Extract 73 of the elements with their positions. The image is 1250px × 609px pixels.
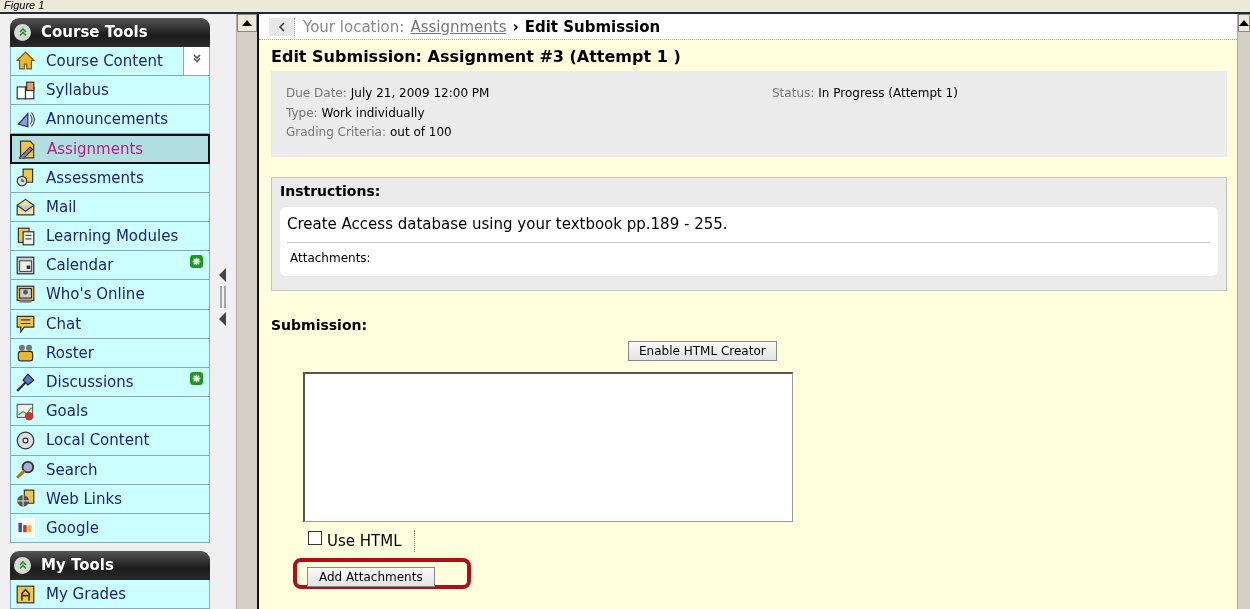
- sidebar-item[interactable]: Assessments: [10, 163, 210, 193]
- people-icon: [16, 343, 35, 363]
- field-label: Grading Criteria:: [286, 125, 386, 139]
- pencil-document-icon: [17, 139, 36, 159]
- breadcrumb-link[interactable]: Assignments: [410, 17, 507, 36]
- pushpin-icon: [16, 372, 35, 392]
- collapse-arrow-icon[interactable]: [219, 311, 227, 326]
- use-html-checkbox[interactable]: [308, 531, 322, 545]
- calendar-icon: [16, 255, 35, 275]
- book-icon: [16, 80, 35, 100]
- envelope-icon: [16, 197, 35, 217]
- section-heading: Instructions:: [280, 183, 382, 199]
- sidebar-item[interactable]: Learning Modules: [10, 222, 210, 252]
- sidebar-item[interactable]: Course Content: [10, 46, 210, 77]
- field-value: In Progress (Attempt 1): [818, 86, 958, 100]
- field-value: out of 100: [390, 125, 452, 139]
- speech-bubble-icon: [16, 314, 35, 334]
- new-badge-icon: [190, 371, 203, 385]
- sidebar-item[interactable]: Syllabus: [10, 76, 210, 106]
- sidebar-item[interactable]: Calendar: [10, 251, 210, 281]
- field-label: Status:: [772, 86, 815, 100]
- collapse-arrow-icon[interactable]: [219, 267, 227, 282]
- breadcrumb-current: Edit Submission: [524, 17, 661, 36]
- sidebar-item[interactable]: Chat: [10, 309, 210, 339]
- scrollbar[interactable]: [236, 14, 257, 609]
- grip-icon[interactable]: [220, 285, 226, 308]
- breadcrumb-label: Your location:: [303, 17, 405, 36]
- sidebar-item[interactable]: My Grades: [10, 579, 210, 609]
- sidebar-item[interactable]: Assignments: [10, 134, 210, 164]
- monitor-icon: [16, 284, 35, 304]
- checkbox-label: Use HTML: [327, 532, 402, 550]
- disc-icon: [16, 430, 35, 450]
- logo-icon: [16, 518, 35, 538]
- new-badge-icon: [190, 255, 203, 269]
- sidebar-item[interactable]: Roster: [10, 338, 210, 368]
- section-heading: Submission:: [271, 317, 369, 333]
- sidebar-item[interactable]: Search: [10, 455, 210, 485]
- field-label: Due Date:: [286, 86, 347, 100]
- chevron-left-icon[interactable]: [278, 21, 285, 32]
- megaphone-icon: [16, 109, 35, 129]
- chevron-down-icon[interactable]: [190, 51, 203, 64]
- submission-textarea[interactable]: [303, 372, 793, 522]
- sidebar-item[interactable]: Announcements: [10, 105, 210, 135]
- sidebar-item[interactable]: Local Content: [10, 426, 210, 456]
- sidebar-item[interactable]: Google: [10, 513, 210, 544]
- chart-apple-icon: [16, 401, 35, 421]
- grade-icon: [16, 584, 35, 604]
- sidebar-item[interactable]: Goals: [10, 397, 210, 427]
- page-title: Edit Submission: Assignment #3 (Attempt 1 ): [271, 47, 682, 66]
- sidebar-item[interactable]: Who's Online: [10, 280, 210, 310]
- sidebar-item[interactable]: Discussions: [10, 367, 210, 398]
- documents-icon: [16, 226, 35, 246]
- figure-caption: Figure 1: [4, 0, 45, 11]
- field-label: Type:: [286, 105, 318, 120]
- house-icon: [16, 51, 35, 71]
- add-attachments-button[interactable]: Add Attachments: [307, 567, 435, 587]
- search-icon: [16, 460, 35, 480]
- enable-html-button[interactable]: Enable HTML Creator: [628, 341, 777, 361]
- scroll-up-icon[interactable]: [237, 14, 257, 32]
- breadcrumb-separator: ›: [512, 17, 519, 36]
- attachments-label: Attachments:: [289, 250, 372, 267]
- scroll-up-icon[interactable]: [1238, 14, 1250, 32]
- menu-toggle[interactable]: [183, 46, 209, 76]
- clock-document-icon: [16, 168, 35, 188]
- section-header[interactable]: My Tools: [10, 551, 210, 580]
- globe-document-icon: [16, 489, 35, 509]
- sidebar-item[interactable]: Mail: [10, 192, 210, 222]
- section-header[interactable]: Course Tools: [10, 18, 210, 47]
- field-value: July 21, 2009 12:00 PM: [350, 86, 490, 100]
- sidebar-item[interactable]: Web Links: [10, 484, 210, 514]
- scrollbar[interactable]: [1237, 14, 1250, 609]
- instructions-text: Create Access database using your textbook pp.189 - 255.: [287, 215, 1210, 243]
- field-value: Work individually: [321, 105, 425, 120]
